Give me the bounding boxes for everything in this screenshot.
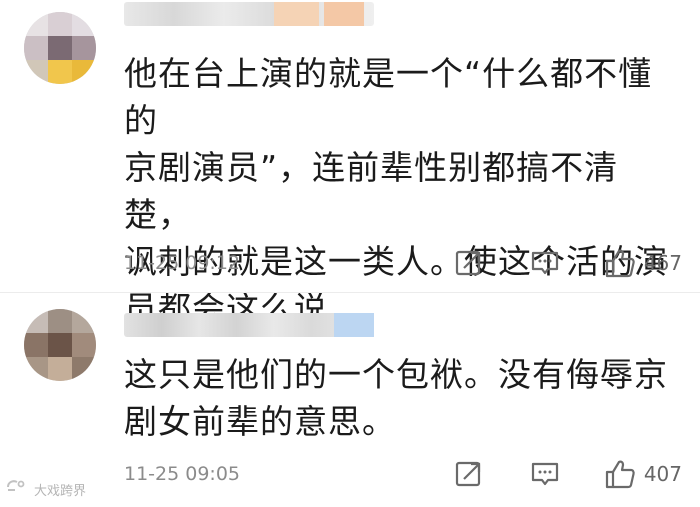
reply-button[interactable] <box>530 248 560 278</box>
reply-button[interactable] <box>530 459 560 489</box>
comment-actions: 407 <box>454 454 682 494</box>
username-blurred[interactable] <box>124 2 374 26</box>
watermark-text: 大戏跨界 <box>34 483 87 499</box>
avatar[interactable] <box>24 12 96 84</box>
comment-time: 11-25 09:05 <box>124 463 241 485</box>
avatar[interactable] <box>24 309 96 381</box>
comment-item: 他在台上演的就是一个“什么都不懂的 京剧演员”，连前辈性别都搞不清楚， 讽刺的就… <box>0 0 700 328</box>
like-count: 467 <box>643 251 682 275</box>
like-button[interactable]: 407 <box>604 458 682 490</box>
thumbs-up-icon <box>604 247 636 279</box>
like-count: 407 <box>643 462 682 486</box>
comment-actions: 467 <box>454 243 682 283</box>
watermark: 大戏跨界 <box>6 479 86 499</box>
like-button[interactable]: 467 <box>604 247 682 279</box>
comment-time: 11-25 09:12 <box>124 252 241 274</box>
comment-icon <box>530 248 560 278</box>
comment-icon <box>530 459 560 489</box>
share-button[interactable] <box>454 459 484 489</box>
watermark-logo-icon <box>6 479 30 499</box>
comment-text: 他在台上演的就是一个“什么都不懂的 京剧演员”，连前辈性别都搞不清楚， 讽刺的就… <box>124 54 668 328</box>
share-icon <box>454 248 484 278</box>
share-icon <box>454 459 484 489</box>
comment-text: 这只是他们的一个包袱。没有侮辱京 剧女前辈的意思。 <box>124 355 668 441</box>
thumbs-up-icon <box>604 458 636 490</box>
username-blurred[interactable] <box>124 313 374 337</box>
share-button[interactable] <box>454 248 484 278</box>
comment-item: 这只是他们的一个包袱。没有侮辱京 剧女前辈的意思。 11-25 09:05 40… <box>0 293 700 507</box>
